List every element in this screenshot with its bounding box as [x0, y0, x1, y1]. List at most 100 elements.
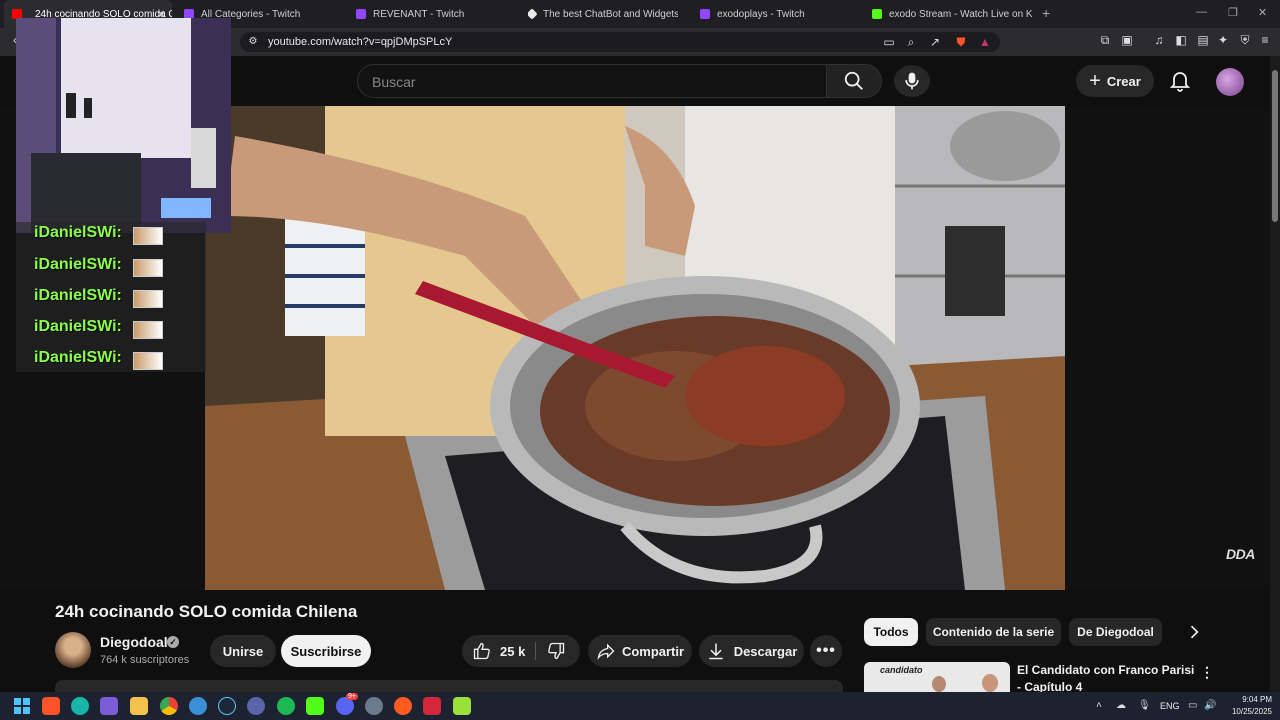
chrome-icon[interactable] — [160, 697, 178, 715]
chip-series[interactable]: Contenido de la serie — [926, 618, 1061, 646]
clock-date: 10/25/2025 — [1231, 707, 1272, 716]
webcam-overlay — [16, 18, 231, 233]
kick-icon — [872, 9, 882, 19]
chat-line: iDanielSWi: — [34, 318, 122, 335]
notifications-button[interactable] — [1168, 68, 1192, 92]
app-orange-icon[interactable] — [394, 697, 412, 715]
close-window-button[interactable]: ✕ — [1258, 6, 1267, 19]
download-icon — [709, 643, 723, 660]
chips-next-button[interactable] — [1184, 622, 1204, 642]
plus-icon: + — [1089, 69, 1101, 92]
download-button[interactable]: Descargar — [699, 635, 804, 667]
menu-icon[interactable]: ≡ — [1258, 33, 1272, 47]
webcam-image — [16, 18, 231, 233]
channel-name[interactable]: Diegodoal — [100, 634, 168, 650]
copilot-icon[interactable] — [71, 697, 89, 715]
mic-tray-icon[interactable]: 🎙 — [1138, 700, 1151, 711]
search-button[interactable] — [826, 64, 882, 98]
thumbnail-person — [982, 674, 998, 692]
url-bar[interactable]: ⚙ youtube.com/watch?v=qpjDMpSPLcY ▭ ⌕ ↗ … — [240, 32, 1000, 52]
url-text[interactable]: youtube.com/watch?v=qpjDMpSPLcY — [268, 36, 452, 48]
like-dislike-group: 25 k — [462, 635, 580, 667]
leo-ai-icon[interactable]: ✦ — [1216, 33, 1230, 47]
windows-start-icon[interactable] — [13, 697, 31, 715]
thumbnail-person — [932, 676, 946, 692]
botrix-icon — [528, 8, 538, 20]
screenshot-icon[interactable]: ▣ — [1120, 33, 1134, 47]
description-box[interactable] — [55, 680, 843, 692]
app-arrow-icon[interactable] — [247, 697, 265, 715]
new-tab-button[interactable]: + — [1042, 5, 1050, 21]
thumbs-down-icon[interactable] — [546, 641, 566, 661]
network-tray-icon[interactable]: ☁ — [1116, 700, 1126, 711]
maximize-button[interactable]: ❐ — [1228, 6, 1238, 19]
cat-emote-icon — [133, 290, 163, 308]
thumbnail-text: candidato — [880, 665, 923, 675]
cat-emote-icon — [133, 321, 163, 339]
more-actions-button[interactable]: ••• — [810, 635, 842, 667]
steam-icon[interactable] — [218, 697, 236, 715]
app-icon[interactable] — [100, 697, 118, 715]
minimize-button[interactable]: — — [1196, 6, 1207, 18]
chevron-up-icon[interactable]: ˄ — [1096, 700, 1102, 711]
app-green-icon[interactable] — [453, 697, 471, 715]
join-label: Unirse — [222, 643, 264, 659]
search-icon — [844, 71, 863, 90]
chat-line: iDanielSWi: — [34, 349, 122, 366]
vpn-icon[interactable]: ⛨ — [1238, 33, 1252, 47]
media-icon[interactable]: ♫ — [1152, 33, 1166, 47]
channel-avatar[interactable] — [55, 632, 91, 668]
kick-app-icon[interactable] — [306, 697, 324, 715]
tab-label: The best ChatBot and Widgets for Kick — [543, 8, 678, 20]
share-icon[interactable]: ↗ — [928, 35, 942, 49]
spotify-icon[interactable] — [277, 697, 295, 715]
related-video-title[interactable]: El Candidato con Franco Parisi - Capítul… — [1017, 662, 1197, 692]
volume-tray-icon[interactable]: 🔊 — [1204, 700, 1216, 711]
settings-icon[interactable] — [365, 697, 383, 715]
file-explorer-icon[interactable] — [130, 697, 148, 715]
subscriber-count: 764 k suscriptores — [100, 654, 190, 666]
search-placeholder: Buscar — [372, 74, 416, 90]
video-frame[interactable] — [205, 106, 1065, 590]
create-label: Crear — [1106, 73, 1141, 89]
language-indicator[interactable]: ENG — [1160, 701, 1180, 711]
tab-kick-exodo[interactable]: exodo Stream - Watch Live on Kick — [872, 0, 1032, 28]
tab-botrix[interactable]: The best ChatBot and Widgets for Kick — [528, 0, 678, 28]
windows-taskbar: 9+ ˄ ☁ 🎙 ENG ▭ 🔊 9:04 PM 10/25/2025 — [0, 692, 1280, 720]
display-tray-icon[interactable]: ▭ — [1188, 700, 1197, 711]
thumbs-up-icon[interactable] — [472, 641, 492, 661]
wallet-icon[interactable]: ▤ — [1196, 33, 1210, 47]
brave-browser-icon[interactable] — [42, 697, 60, 715]
like-count[interactable]: 25 k — [500, 644, 525, 659]
subscribe-button[interactable]: Suscribirse — [281, 635, 371, 667]
chip-channel[interactable]: De Diegodoal — [1069, 618, 1162, 646]
chip-all[interactable]: Todos — [864, 618, 918, 646]
app-c-icon[interactable] — [189, 697, 207, 715]
related-more-icon[interactable]: ⋮ — [1200, 664, 1214, 681]
chat-overlay: iDanielSWi: iDanielSWi: iDanielSWi: iDan… — [16, 222, 206, 372]
related-video-thumbnail[interactable]: candidato — [864, 662, 1010, 692]
clock-time: 9:04 PM — [1242, 695, 1272, 704]
app-red-icon[interactable] — [423, 697, 441, 715]
share-button[interactable]: Compartir — [588, 635, 692, 667]
site-settings-icon[interactable]: ⚙ — [246, 35, 260, 49]
account-avatar[interactable] — [1216, 68, 1244, 96]
search-input[interactable]: Buscar — [357, 64, 827, 98]
tab-twitch-exodo[interactable]: exodoplays - Twitch — [700, 0, 860, 28]
sidebar-icon[interactable]: ◧ — [1174, 33, 1188, 47]
join-button[interactable]: Unirse — [210, 635, 276, 667]
channel-watermark: DDA — [1226, 546, 1255, 562]
system-clock[interactable]: 9:04 PM 10/25/2025 — [1222, 694, 1272, 718]
tab-twitch-revenant[interactable]: REVENANT - Twitch — [356, 0, 521, 28]
brave-shield-icon[interactable]: ⛊ — [954, 35, 968, 49]
chat-line: iDanielSWi: — [34, 224, 122, 241]
cast-icon[interactable]: ▭ — [882, 35, 896, 49]
cat-emote-icon — [133, 259, 163, 277]
zoom-icon[interactable]: ⌕ — [904, 35, 918, 49]
scrollbar-thumb[interactable] — [1272, 70, 1278, 222]
create-button[interactable]: + Crear — [1076, 65, 1154, 97]
brave-rewards-icon[interactable]: ▲ — [978, 35, 992, 49]
voice-search-button[interactable] — [894, 65, 930, 97]
tab-label: exodo Stream - Watch Live on Kick — [889, 8, 1032, 20]
extensions-icon[interactable]: ⧉ — [1098, 33, 1112, 47]
